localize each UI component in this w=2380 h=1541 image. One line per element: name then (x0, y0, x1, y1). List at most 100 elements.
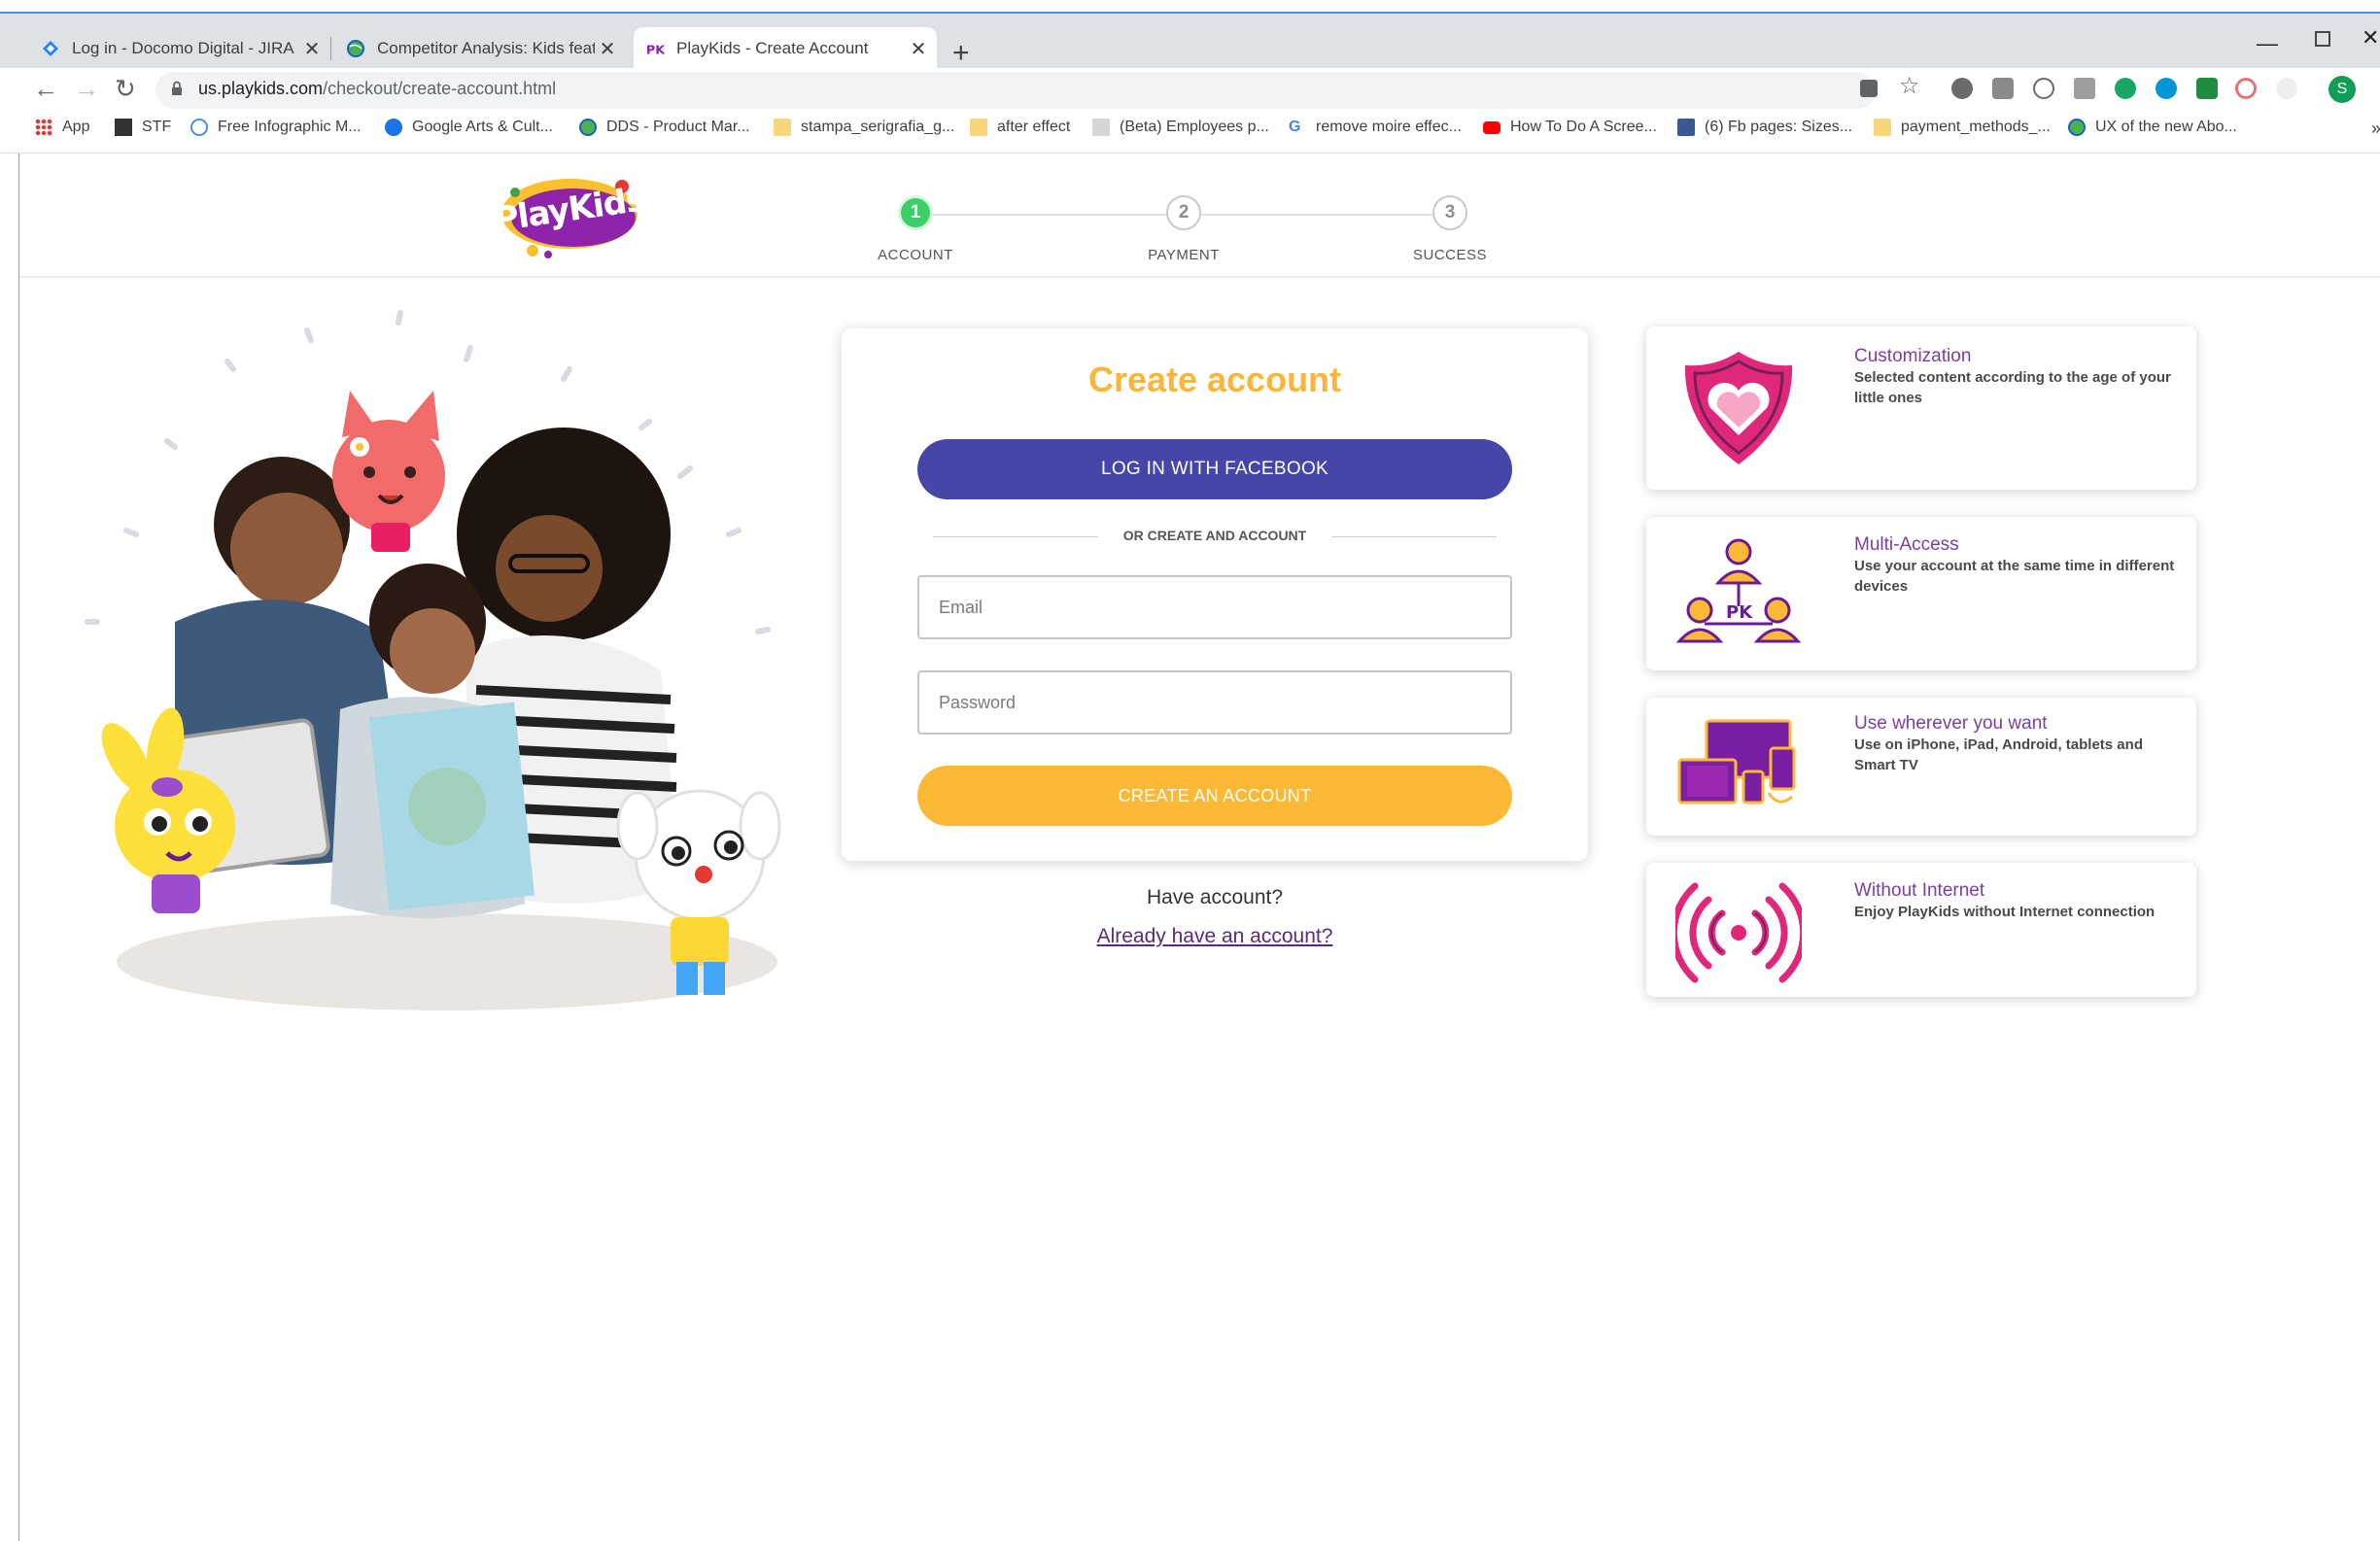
arts-icon (385, 119, 402, 136)
bookmark-item[interactable]: Gremove moire effec... (1289, 119, 1462, 136)
bookmark-label: UX of the new Abo... (2095, 119, 2237, 135)
bookmark-item[interactable]: Free Infographic M... (190, 119, 362, 136)
download-extension-icon[interactable] (2074, 78, 2095, 99)
devices-icon (1675, 703, 1802, 830)
bookmark-label: Google Arts & Cult... (412, 119, 553, 135)
url-path: /checkout/create-account.html (323, 79, 557, 98)
email-field[interactable] (917, 575, 1512, 639)
divider-text: OR CREATE AND ACCOUNT (1122, 528, 1307, 543)
feature-title: Multi-Access (1854, 534, 1959, 555)
jira-icon (41, 39, 60, 58)
folder-icon (774, 119, 791, 136)
address-bar[interactable]: us.playkids.com/checkout/create-account.… (155, 72, 1876, 109)
tab-strip: Log in - Docomo Digital - JIRA ✕ Competi… (0, 12, 2380, 70)
create-account-button[interactable]: CREATE AN ACCOUNT (917, 766, 1512, 826)
tab-jira[interactable]: Log in - Docomo Digital - JIRA ✕ (29, 27, 330, 70)
heart-shield-icon (1675, 346, 1802, 472)
folder-icon (1874, 119, 1891, 136)
step-connector (1201, 214, 1452, 216)
bookmark-item[interactable]: UX of the new Abo... (2068, 119, 2237, 136)
family-hero-illustration (58, 301, 816, 1049)
apps-grid-icon (35, 119, 52, 136)
bookmark-label: (6) Fb pages: Sizes... (1705, 119, 1853, 135)
bookmarks-bar: App STF Free Infographic M... Google Art… (0, 113, 2380, 148)
bookmark-label: payment_methods_... (1901, 119, 2051, 135)
folder-icon (970, 119, 987, 136)
close-tab-icon[interactable]: ✕ (299, 37, 325, 61)
grammarly-icon[interactable] (2115, 78, 2136, 99)
svg-text:PK: PK (646, 42, 665, 56)
site-header: PlayKids 1 2 3 ACCOUNT PAYMENT SUCCESS (19, 154, 2380, 278)
google-icon: G (1289, 119, 1301, 135)
bookmark-label: Free Infographic M... (218, 119, 362, 135)
have-account-text: Have account? (1146, 886, 1284, 908)
playkids-logo[interactable]: PlayKids (492, 171, 647, 260)
step-1-indicator: 1 (898, 195, 933, 230)
globe-icon (579, 119, 597, 136)
globe-icon (2068, 119, 2086, 136)
close-window-icon[interactable]: ✕ (2362, 25, 2379, 51)
bookmark-label: App (62, 119, 90, 135)
tab-playkids[interactable]: PK PlayKids - Create Account ✕ (634, 27, 937, 70)
bookmark-item[interactable]: stampa_serigrafia_g... (774, 119, 954, 136)
feature-card-without-internet: Without Internet Enjoy PlayKids without … (1646, 863, 2196, 997)
page-icon (1092, 119, 1110, 136)
bookmark-label: How To Do A Scree... (1510, 119, 1657, 135)
bookmark-item[interactable]: Google Arts & Cult... (385, 119, 553, 136)
more-bookmarks-icon[interactable]: » (2371, 119, 2380, 139)
bookmark-item[interactable]: after effect (970, 119, 1070, 136)
block-extension-icon[interactable] (2235, 78, 2257, 99)
create-account-card: Create account LOG IN WITH FACEBOOK OR C… (842, 328, 1588, 861)
divider-line (1331, 536, 1497, 537)
url-text: us.playkids.com/checkout/create-account.… (198, 79, 556, 99)
camera-extension-icon[interactable] (1992, 78, 2014, 99)
password-field[interactable] (917, 670, 1512, 735)
bookmark-item[interactable]: DDS - Product Mar... (579, 119, 750, 136)
bookmark-label: STF (142, 119, 172, 135)
card-title: Create account (1087, 360, 1342, 399)
minimize-icon[interactable]: — (2257, 31, 2278, 56)
bookmark-item[interactable]: payment_methods_... (1874, 119, 2051, 136)
infographic-icon (190, 119, 208, 136)
step-2-indicator: 2 (1166, 195, 1201, 230)
tab-title: Competitor Analysis: Kids feature (377, 39, 595, 57)
hp-extension-icon[interactable] (2156, 78, 2177, 99)
feature-title: Customization (1854, 346, 1972, 366)
bookmark-star-icon[interactable]: ☆ (1899, 72, 1920, 100)
feature-description: Selected content according to the age of… (1854, 369, 2171, 406)
profile-avatar[interactable]: S (2328, 76, 2356, 103)
tab-competitor-analysis[interactable]: Competitor Analysis: Kids feature ✕ (334, 27, 626, 70)
step-3-indicator: 3 (1432, 195, 1467, 230)
stf-icon (115, 119, 132, 136)
facebook-login-button[interactable]: LOG IN WITH FACEBOOK (917, 439, 1512, 499)
cloud-extension-icon[interactable] (1951, 78, 1973, 99)
maximize-icon[interactable] (2315, 27, 2330, 52)
tab-separator (330, 37, 331, 60)
forward-icon[interactable]: → (74, 74, 99, 104)
feature-card-use-anywhere: Use wherever you want Use on iPhone, iPa… (1646, 698, 2196, 836)
translate-icon[interactable] (1860, 80, 1878, 97)
cursor-extension-icon[interactable] (2276, 78, 2297, 99)
new-tab-icon[interactable]: + (952, 39, 970, 68)
reload-icon[interactable]: ↻ (115, 74, 136, 104)
shield-extension-icon[interactable] (2196, 78, 2218, 99)
divider-line (933, 536, 1098, 537)
lock-icon (172, 81, 182, 95)
bookmark-item[interactable]: STF (115, 119, 171, 136)
tab-title: PlayKids - Create Account (676, 39, 869, 57)
feature-card-customization: Customization Selected content according… (1646, 326, 2196, 490)
bookmark-item[interactable]: How To Do A Scree... (1483, 119, 1657, 136)
bookmark-item[interactable]: App (35, 119, 89, 136)
devtools-extension-icon[interactable] (2033, 78, 2054, 99)
back-icon[interactable]: ← (33, 74, 58, 104)
already-have-account-link[interactable]: Already have an account? (842, 925, 1588, 948)
close-tab-icon[interactable]: ✕ (906, 37, 931, 61)
facebook-icon (1677, 119, 1695, 136)
bookmark-item[interactable]: (6) Fb pages: Sizes... (1677, 119, 1852, 136)
bookmark-label: DDS - Product Mar... (606, 119, 750, 135)
browser-toolbar: ← → ↻ us.playkids.com/checkout/create-ac… (0, 68, 2380, 113)
feature-description: Use your account at the same time in dif… (1854, 558, 2175, 595)
bookmark-item[interactable]: (Beta) Employees p... (1092, 119, 1269, 136)
close-tab-icon[interactable]: ✕ (595, 37, 620, 61)
feature-description: Use on iPhone, iPad, Android, tablets an… (1854, 736, 2143, 773)
